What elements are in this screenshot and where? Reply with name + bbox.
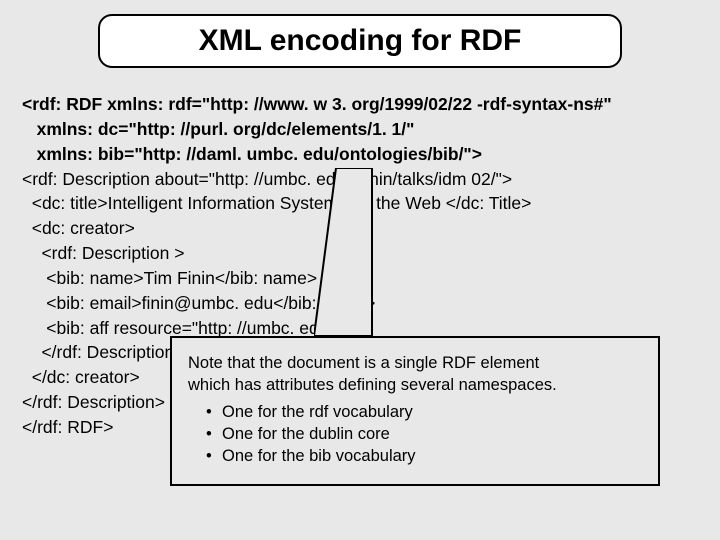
callout-bullet: • One for the bib vocabulary bbox=[206, 445, 642, 467]
callout-text: Note that the document is a single RDF e… bbox=[188, 352, 642, 374]
code-line: <bib: email>finin@umbc. edu</bib: Email> bbox=[22, 293, 375, 313]
code-line: <dc: title>Intelligent Information Syste… bbox=[22, 193, 531, 213]
bullet-dot-icon: • bbox=[206, 423, 222, 445]
title-box: XML encoding for RDF bbox=[98, 14, 622, 68]
code-line: xmlns: dc="http: //purl. org/dc/elements… bbox=[22, 119, 414, 139]
callout-box: Note that the document is a single RDF e… bbox=[170, 336, 660, 486]
code-line: <bib: name>Tim Finin</bib: name> bbox=[22, 268, 317, 288]
bullet-dot-icon: • bbox=[206, 401, 222, 423]
code-line: </rdf: RDF> bbox=[22, 417, 113, 437]
bullet-text: One for the bib vocabulary bbox=[222, 445, 416, 467]
callout-bullet: • One for the rdf vocabulary bbox=[206, 401, 642, 423]
callout-bullet-list: • One for the rdf vocabulary • One for t… bbox=[206, 401, 642, 468]
callout-text: which has attributes defining several na… bbox=[188, 374, 642, 396]
code-line: xmlns: bib="http: //daml. umbc. edu/onto… bbox=[22, 144, 482, 164]
code-line: </rdf: Description> bbox=[22, 342, 184, 362]
code-line: <rdf: Description about="http: //umbc. e… bbox=[22, 169, 512, 189]
code-line: <rdf: Description > bbox=[22, 243, 184, 263]
code-line: </rdf: Description> bbox=[22, 392, 165, 412]
slide-title: XML encoding for RDF bbox=[199, 24, 522, 58]
callout-bullet: • One for the dublin core bbox=[206, 423, 642, 445]
bullet-text: One for the rdf vocabulary bbox=[222, 401, 413, 423]
code-line: <rdf: RDF xmlns: rdf="http: //www. w 3. … bbox=[22, 94, 612, 114]
code-line: </dc: creator> bbox=[22, 367, 140, 387]
code-line: <bib: aff resource="http: //umbc. edu/" … bbox=[22, 318, 360, 338]
bullet-dot-icon: • bbox=[206, 445, 222, 467]
code-line: <dc: creator> bbox=[22, 218, 135, 238]
bullet-text: One for the dublin core bbox=[222, 423, 390, 445]
